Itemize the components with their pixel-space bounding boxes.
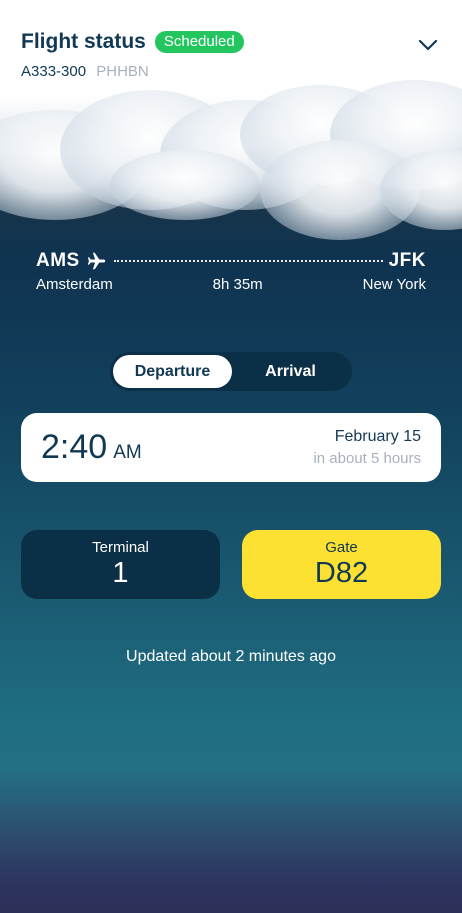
aircraft-type: A333-300 bbox=[21, 63, 87, 80]
header: Flight status Scheduled A333-300 PHHBN bbox=[21, 30, 441, 90]
clouds-background bbox=[0, 80, 462, 260]
departure-date: February 15 bbox=[334, 428, 421, 445]
time-value: 2:40 bbox=[41, 428, 108, 466]
plane-icon bbox=[87, 252, 105, 270]
origin-city: Amsterdam bbox=[36, 276, 113, 293]
status-badge: Scheduled bbox=[154, 31, 244, 53]
tab-departure[interactable]: Departure bbox=[113, 355, 232, 388]
gate-label: Gate bbox=[325, 539, 358, 556]
gate-card: Gate D82 bbox=[242, 530, 441, 599]
terminal-value: 1 bbox=[112, 557, 129, 589]
terminal-label: Terminal bbox=[92, 539, 149, 556]
departure-time: 2:40 AM bbox=[41, 428, 142, 467]
aircraft-registration: PHHBN bbox=[96, 63, 149, 80]
chevron-down-icon[interactable] bbox=[415, 32, 441, 58]
time-ampm: AM bbox=[113, 442, 142, 463]
page-title: Flight status bbox=[21, 30, 146, 53]
terminal-card: Terminal 1 bbox=[21, 530, 220, 599]
relative-time: in about 5 hours bbox=[313, 450, 421, 467]
departure-arrival-toggle: Departure Arrival bbox=[110, 352, 352, 391]
gate-value: D82 bbox=[314, 557, 369, 589]
tab-arrival[interactable]: Arrival bbox=[232, 355, 349, 388]
destination-city: New York bbox=[362, 276, 426, 293]
origin-code: AMS bbox=[36, 250, 80, 271]
route-summary: AMS JFK Amsterdam 8h 35m New York bbox=[36, 250, 426, 295]
last-updated-text: Updated about 2 minutes ago bbox=[126, 648, 336, 665]
aircraft-info: A333-300 PHHBN bbox=[21, 63, 441, 80]
route-line bbox=[113, 260, 383, 262]
destination-code: JFK bbox=[388, 250, 426, 271]
flight-duration: 8h 35m bbox=[212, 276, 263, 293]
departure-time-card: 2:40 AM February 15 in about 5 hours bbox=[21, 413, 441, 482]
flight-status-screen: Flight status Scheduled A333-300 PHHBN A… bbox=[0, 0, 462, 913]
